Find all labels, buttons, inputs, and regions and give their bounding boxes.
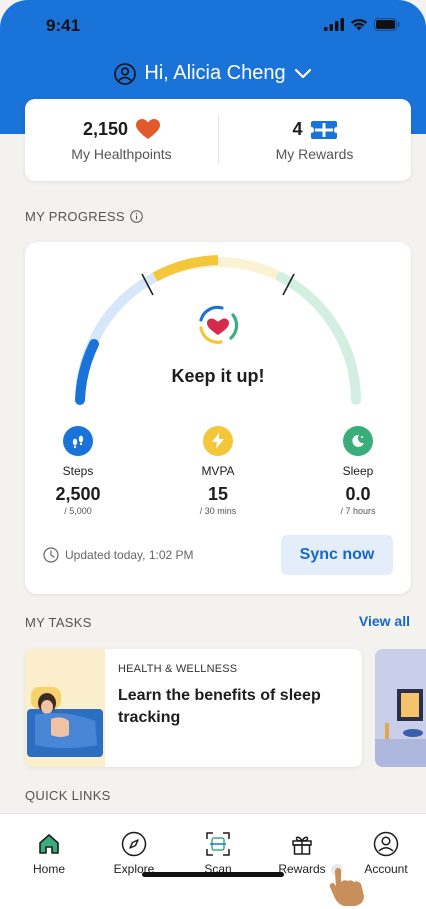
gauge-mvpa-fill bbox=[152, 255, 219, 282]
lightning-icon bbox=[203, 426, 233, 456]
metric-mvpa-value: 15 bbox=[207, 484, 229, 504]
healthpoints-summary[interactable]: 2,150 My Healthpoints bbox=[25, 119, 218, 162]
heart-icon bbox=[136, 119, 161, 139]
metric-steps-name: Steps bbox=[62, 464, 94, 478]
tab-home[interactable]: Home bbox=[9, 830, 89, 876]
wifi-icon bbox=[350, 18, 368, 31]
user-icon bbox=[114, 62, 137, 85]
compass-icon bbox=[121, 831, 147, 857]
task-title: Learn the benefits of sleep tracking bbox=[118, 687, 321, 726]
sleep-illustration bbox=[25, 649, 105, 767]
healthpoints-value: 2,150 bbox=[82, 119, 129, 139]
status-icons bbox=[324, 18, 400, 31]
gift-icon bbox=[292, 836, 312, 855]
rewards-label: My Rewards bbox=[275, 146, 354, 162]
clock-icon bbox=[43, 547, 59, 563]
progress-message: Keep it up! bbox=[171, 366, 265, 386]
my-tasks-title: MY TASKS bbox=[25, 615, 92, 630]
footsteps-icon bbox=[63, 426, 93, 456]
home-indicator bbox=[142, 872, 284, 877]
metric-sleep-goal: / 7 hours bbox=[340, 506, 376, 516]
status-bar: 9:41 bbox=[0, 14, 426, 38]
progress-gauge bbox=[75, 255, 361, 405]
my-progress-title: MY PROGRESS bbox=[25, 209, 125, 224]
ticket-icon bbox=[310, 120, 337, 139]
sync-now-button[interactable]: Sync now bbox=[281, 535, 393, 575]
metric-steps-goal: / 5,000 bbox=[64, 506, 92, 516]
metric-steps[interactable]: Steps 2,500 / 5,000 bbox=[33, 426, 123, 516]
metric-mvpa[interactable]: MVPA 15 / 30 mins bbox=[173, 426, 263, 516]
tap-hand-icon bbox=[329, 864, 364, 906]
task-card[interactable]: HEALTH & WELLNESS Learn the benefits of … bbox=[25, 649, 362, 767]
task-card-next-preview[interactable] bbox=[375, 649, 426, 767]
chevron-down-icon bbox=[294, 68, 311, 78]
summary-card: 2,150 My Healthpoints 4 My Rewards bbox=[25, 99, 411, 181]
scan-icon bbox=[206, 832, 230, 856]
rewards-summary[interactable]: 4 My Rewards bbox=[218, 119, 411, 162]
heart-sync-icon bbox=[199, 305, 239, 344]
metric-sleep-name: Sleep bbox=[342, 464, 374, 478]
metric-mvpa-name: MVPA bbox=[201, 464, 235, 478]
metric-sleep[interactable]: Sleep 0.0 / 7 hours bbox=[313, 426, 403, 516]
metric-steps-value: 2,500 bbox=[55, 484, 101, 504]
metric-mvpa-goal: / 30 mins bbox=[199, 506, 237, 516]
battery-icon bbox=[374, 18, 400, 31]
home-icon bbox=[39, 834, 59, 854]
task-category: HEALTH & WELLNESS bbox=[118, 663, 238, 675]
signal-icon bbox=[324, 18, 344, 31]
last-updated: Updated today, 1:02 PM bbox=[43, 547, 194, 563]
account-icon bbox=[373, 831, 399, 857]
greeting-text: Hi, Alicia Cheng bbox=[144, 62, 286, 84]
status-time: 9:41 bbox=[46, 16, 81, 35]
profile-switcher[interactable]: Hi, Alicia Cheng bbox=[0, 62, 426, 85]
metric-sleep-value: 0.0 bbox=[345, 484, 371, 504]
quick-links-title: QUICK LINKS bbox=[25, 788, 111, 803]
view-all-link[interactable]: View all bbox=[359, 613, 410, 629]
rewards-value: 4 bbox=[292, 119, 303, 139]
tab-home-label: Home bbox=[32, 862, 65, 876]
moon-icon bbox=[343, 426, 373, 456]
progress-card: Keep it up! Steps 2,500 / 5,000 MVPA 15 … bbox=[25, 242, 411, 594]
my-progress-heading: MY PROGRESS bbox=[25, 209, 143, 224]
info-icon[interactable] bbox=[130, 210, 143, 223]
tab-explore[interactable]: Explore bbox=[94, 830, 174, 876]
last-updated-text: Updated today, 1:02 PM bbox=[65, 548, 194, 562]
tab-scan[interactable]: Scan bbox=[178, 830, 258, 876]
healthpoints-label: My Healthpoints bbox=[71, 146, 172, 162]
